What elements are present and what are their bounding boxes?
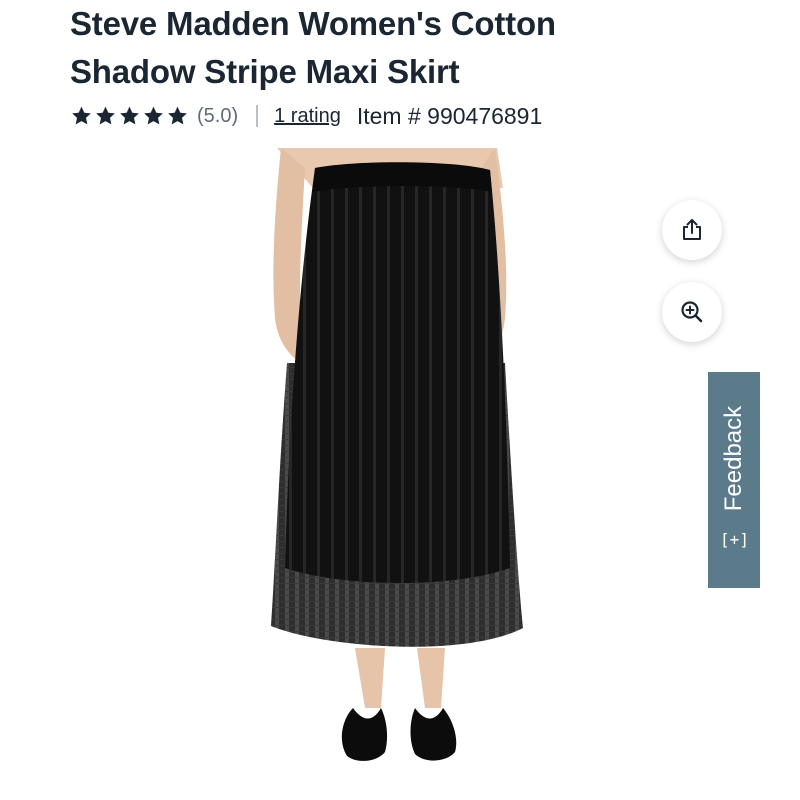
zoom-button[interactable] bbox=[662, 282, 722, 342]
rating-row: (5.0) 1 rating Item # 990476891 bbox=[70, 100, 542, 132]
item-number: Item # 990476891 bbox=[356, 102, 543, 129]
share-button[interactable] bbox=[662, 200, 722, 260]
rating-count-link[interactable]: 1 rating bbox=[274, 105, 341, 128]
feedback-label: Feedback bbox=[720, 405, 747, 512]
star-icon bbox=[72, 106, 91, 125]
product-title: Steve Madden Women's Cotton Shadow Strip… bbox=[70, 0, 670, 96]
product-image[interactable] bbox=[205, 148, 585, 800]
feedback-plus-icon: [+] bbox=[719, 530, 749, 550]
rating-score: (5.0) bbox=[197, 104, 239, 127]
star-icon bbox=[96, 106, 115, 125]
feedback-tab[interactable]: [+] Feedback bbox=[708, 372, 760, 588]
star-icon bbox=[120, 106, 139, 125]
star-rating bbox=[70, 105, 189, 127]
share-icon bbox=[683, 219, 701, 240]
product-title-line-2: Shadow Stripe Maxi Skirt bbox=[70, 53, 460, 90]
product-title-line-1: Steve Madden Women's Cotton bbox=[70, 5, 556, 42]
rating-divider bbox=[256, 105, 259, 127]
star-icon bbox=[168, 106, 187, 125]
zoom-in-icon bbox=[681, 301, 703, 323]
feedback-content: [+] Feedback bbox=[719, 405, 749, 554]
star-icon bbox=[144, 106, 163, 125]
